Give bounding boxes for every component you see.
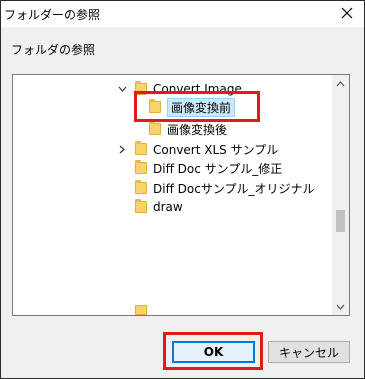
cancel-button[interactable]: キャンセル (268, 341, 350, 363)
scroll-down-button[interactable] (332, 298, 349, 315)
tree-item-label: 画像変換後 (167, 122, 228, 137)
chevron-right-icon[interactable] (117, 142, 127, 156)
title-bar[interactable]: フォルダーの参照 (1, 1, 364, 27)
scrollbar-thumb[interactable] (336, 210, 345, 232)
chevron-down-icon (336, 304, 345, 310)
folder-icon (135, 199, 147, 213)
vertical-scrollbar[interactable] (332, 75, 349, 315)
close-button[interactable] (338, 3, 356, 23)
chevron-up-icon (336, 80, 345, 86)
dialog-instruction: フォルダの参照 (11, 43, 96, 57)
tree-item-diff-doc-fixed[interactable]: Diff Doc サンプル_修正 (135, 159, 282, 177)
highlight-annotation-box (163, 332, 263, 370)
tree-item-after-convert[interactable]: 画像変換後 (149, 120, 227, 138)
folder-icon (135, 141, 147, 155)
tree-item-draw[interactable]: draw (135, 198, 183, 216)
folder-icon (135, 305, 147, 315)
folder-icon (135, 180, 147, 194)
tree-item-label: draw (153, 200, 183, 214)
highlight-annotation-box (134, 91, 260, 122)
tree-item-diff-doc-original[interactable]: Diff Docサンプル_オリジナル (135, 179, 314, 197)
tree-item-convert-xls[interactable]: Convert XLS サンプル (135, 140, 278, 158)
folder-icon (135, 160, 147, 174)
tree-item-label: Convert XLS サンプル (153, 142, 279, 157)
window-title: フォルダーの参照 (4, 8, 101, 22)
tree-item-label: Diff Docサンプル_オリジナル (153, 181, 315, 196)
chevron-down-icon[interactable] (117, 82, 127, 96)
tree-item-label: Diff Doc サンプル_修正 (153, 161, 283, 176)
folder-browse-dialog: フォルダーの参照 フォルダの参照 Convert Image 画像変換前 画像変… (0, 0, 365, 379)
close-icon (341, 7, 353, 19)
folder-icon (149, 121, 161, 135)
scroll-up-button[interactable] (332, 75, 349, 92)
